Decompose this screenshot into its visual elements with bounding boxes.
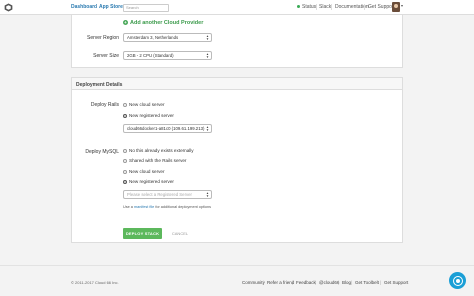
nav-app-store-link[interactable]: App Store (99, 4, 123, 10)
deployment-details-card: Deployment Details (71, 77, 403, 243)
rails-option-new-cloud[interactable]: New cloud server (123, 102, 165, 107)
manifest-help-text: Use a manifest file for additional deplo… (123, 205, 211, 209)
chevron-down-icon[interactable] (401, 5, 403, 7)
help-suffix: for additional deployment options (155, 205, 212, 209)
cloud66-logo-icon[interactable] (4, 3, 13, 12)
plus-icon[interactable]: + (123, 20, 128, 25)
search-input[interactable]: Search (123, 3, 169, 12)
cancel-button[interactable]: CANCEL (168, 228, 192, 239)
footer-link-refer[interactable]: Refer a friend (267, 280, 294, 285)
select-arrows-icon: ▲ ▼ (206, 191, 209, 198)
server-region-select[interactable]: Amsterdam 3, Netherlands ▲ ▼ (123, 33, 212, 42)
copyright-text: © 2011-2017 Cloud 66 Inc. (71, 280, 119, 285)
deploy-stack-button[interactable]: DEPLOY STACK (123, 228, 162, 239)
footer-link-support[interactable]: Get Support (384, 280, 408, 285)
status-link[interactable]: Status (302, 4, 316, 10)
server-size-select[interactable]: 2GB - 2 CPU (Standard) ▲ ▼ (123, 51, 212, 60)
mysql-registered-server-select[interactable]: Please select a Registered Server ▲ ▼ (123, 190, 212, 199)
nav-dashboard-link[interactable]: Dashboard (71, 4, 97, 10)
deploy-rails-label: Deploy Rails (90, 102, 119, 108)
mysql-option-external[interactable]: No this already exists externally (123, 148, 194, 153)
footer-link-twitter[interactable]: @cloud66 (319, 280, 339, 285)
mysql-option-new-cloud[interactable]: New cloud server (123, 169, 165, 174)
select-arrows-icon: ▲ ▼ (206, 34, 209, 41)
select-arrows-icon: ▲ ▼ (206, 52, 209, 59)
radio-label: New cloud server (129, 102, 165, 107)
footer-separator: | (338, 280, 340, 285)
nav-divider (331, 4, 332, 10)
footer-separator: | (351, 280, 353, 285)
user-avatar[interactable] (392, 2, 400, 12)
footer-link-feedback[interactable]: Feedback (296, 280, 316, 285)
rails-registered-server-select[interactable]: cloud66docker1-a81c0 (109.61.199.213) ▲ ▼ (123, 124, 212, 133)
mysql-option-registered[interactable]: New registered server (123, 179, 174, 184)
deployment-details-title: Deployment Details (76, 81, 123, 88)
help-chat-icon[interactable] (449, 272, 466, 289)
server-region-value: Amsterdam 3, Netherlands (127, 35, 179, 40)
server-size-label: Server Size (93, 53, 119, 59)
radio-button[interactable] (123, 158, 127, 163)
manifest-file-link[interactable]: manifest file (134, 205, 154, 209)
server-settings-card (71, 15, 403, 68)
help-prefix: Use a (123, 205, 133, 209)
footer-separator: | (263, 280, 265, 285)
nav-divider (364, 4, 365, 10)
nav-separator: · (95, 3, 97, 9)
status-indicator-icon (297, 5, 300, 8)
radio-label: New registered server (129, 179, 174, 184)
deploy-mysql-label: Deploy MySQL (85, 149, 119, 155)
footer-separator: | (315, 280, 317, 285)
add-cloud-provider-link[interactable]: Add another Cloud Provider (130, 20, 203, 26)
footer-separator: | (380, 280, 382, 285)
footer-divider (0, 265, 474, 266)
top-navbar: Dashboard · App Store Search Status Slac… (0, 0, 474, 15)
nav-divider (316, 4, 317, 10)
server-region-label: Server Region (87, 35, 119, 41)
radio-label: Shared with the Rails server (129, 158, 187, 163)
radio-label: New registered server (129, 113, 174, 118)
footer-separator: | (292, 280, 294, 285)
mysql-option-shared[interactable]: Shared with the Rails server (123, 158, 186, 163)
radio-button[interactable] (123, 148, 127, 153)
footer-link-toolbelt[interactable]: Get Toolbelt (355, 280, 379, 285)
slack-link[interactable]: Slack (319, 4, 331, 10)
footer-link-community[interactable]: Community (242, 280, 265, 285)
radio-label: No this already exists externally (129, 148, 194, 153)
footer-link-blog[interactable]: Blog (342, 280, 351, 285)
radio-button-selected[interactable] (123, 113, 127, 118)
rails-server-value: cloud66docker1-a81c0 (109.61.199.213) (127, 126, 205, 131)
get-support-link[interactable]: Get Support (368, 4, 395, 10)
rails-option-registered[interactable]: New registered server (123, 113, 174, 118)
radio-button[interactable] (123, 169, 127, 174)
radio-button-selected[interactable] (123, 179, 127, 184)
select-arrows-icon: ▲ ▼ (206, 125, 209, 132)
radio-label: New cloud server (129, 169, 165, 174)
deployment-details-header: Deployment Details (72, 78, 402, 90)
server-size-value: 2GB - 2 CPU (Standard) (127, 53, 174, 58)
mysql-server-placeholder: Please select a Registered Server (127, 192, 192, 197)
radio-button[interactable] (123, 102, 127, 107)
